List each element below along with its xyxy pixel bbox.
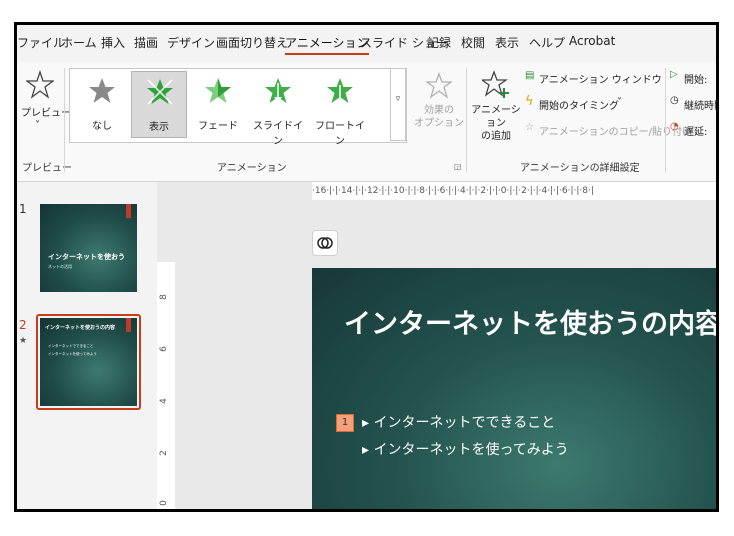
- chevron-down-icon: ˅: [35, 120, 40, 131]
- animation-painter-icon: ☆: [525, 122, 534, 133]
- slide-bullet-1[interactable]: ▸ インターネットでできること: [362, 412, 555, 432]
- current-slide[interactable]: インターネットを使おうの内容 1 ▸ インターネットでできること ▸ インターネ…: [312, 268, 716, 509]
- group-divider: [466, 68, 467, 172]
- star-none-icon: [89, 78, 115, 103]
- thumbnail-bullet: インターネットでできること: [48, 344, 94, 348]
- preview-button[interactable]: プレビュー ˅: [17, 66, 71, 152]
- group-divider: [64, 68, 65, 172]
- effect-options-label: 効果の オプション: [414, 105, 464, 129]
- tab-help[interactable]: ヘルプ: [529, 34, 565, 51]
- tab-design[interactable]: デザイン: [167, 34, 215, 51]
- thumbnail-subtitle: ネットの活用: [48, 264, 72, 269]
- gallery-item-appear[interactable]: 表示: [131, 71, 187, 138]
- tab-acrobat[interactable]: Acrobat: [569, 34, 615, 48]
- group-divider: [665, 68, 666, 172]
- gallery-item-float-in[interactable]: フロートイン: [312, 71, 368, 147]
- gallery-item-fade[interactable]: フェード: [190, 71, 246, 138]
- animation-order-tag[interactable]: 1: [336, 414, 354, 432]
- start-label: 開始:: [684, 75, 708, 86]
- thumbnail-title: インターネットを使おう: [48, 253, 125, 261]
- horizontal-ruler: ·16·|·|·14·|·|·12·|·|·10·|·|·8·|·|·6·|·|…: [312, 182, 716, 200]
- slide-number-1: 1: [19, 202, 27, 216]
- delay-label: 遅延:: [684, 127, 708, 138]
- gallery-item-label: フロートイン: [315, 121, 365, 147]
- animation-group-label: アニメーション: [217, 163, 287, 174]
- tab-insert[interactable]: 挿入: [101, 34, 125, 51]
- trigger-label: 開始のタイミング: [539, 101, 619, 112]
- tab-file[interactable]: ファイル: [17, 34, 65, 51]
- animation-pane-label: アニメーション ウィンドウ: [539, 75, 662, 86]
- animation-gallery: なし 表示 フェード スライドイン フロートイン: [69, 68, 407, 147]
- thumbnail-accent: [126, 204, 131, 218]
- add-animation-star-icon: [482, 70, 509, 98]
- duration-label: 継続時間: [684, 101, 716, 112]
- ruler-tick-label: 2: [158, 450, 169, 456]
- delay-clock-icon: ◔: [670, 121, 679, 132]
- animation-star-icon: ★: [19, 336, 28, 346]
- tab-draw[interactable]: 描画: [134, 34, 158, 51]
- thumbnail-title: インターネットを使おうの内容: [45, 325, 116, 331]
- gallery-more-button[interactable]: ▿: [390, 68, 406, 141]
- chevron-down-icon: ˅: [617, 97, 622, 108]
- tab-animations[interactable]: アニメーション: [285, 34, 369, 55]
- ruler-tick-label: 6: [158, 346, 169, 352]
- star-float-in-icon: [327, 78, 353, 103]
- gallery-item-none[interactable]: なし: [74, 71, 130, 138]
- slide-thumbnail-1[interactable]: インターネットを使おう ネットの活用: [40, 204, 137, 292]
- star-fade-icon: [205, 78, 231, 103]
- slide-bullet-2[interactable]: ▸ インターネットを使ってみよう: [362, 439, 569, 459]
- add-animation-button[interactable]: アニメーション の追加: [469, 66, 523, 152]
- ribbon-tabs: ファイル ホーム 挿入 描画 デザイン 画面切り替え アニメーション スライド …: [17, 25, 716, 62]
- animation-pane-icon: ▤: [525, 70, 535, 81]
- effect-options-star-icon: [426, 72, 452, 99]
- tab-transitions[interactable]: 画面切り替え: [216, 34, 288, 51]
- star-slide-in-icon: [265, 78, 291, 103]
- ruler-tick-label: 8: [158, 294, 169, 300]
- tab-record[interactable]: 記録: [427, 34, 451, 51]
- lightning-icon: ϟ: [525, 94, 534, 109]
- reuse-slides-button[interactable]: [312, 230, 338, 256]
- bullet-text: インターネットを使ってみよう: [373, 442, 569, 458]
- dialog-launcher-icon[interactable]: ◲: [454, 162, 462, 171]
- gallery-item-label: スライドイン: [253, 121, 303, 147]
- bullet-text: インターネットでできること: [373, 415, 556, 431]
- effect-options-button[interactable]: 効果の オプション: [413, 66, 465, 152]
- slide-thumbnail-pane: 1 インターネットを使おう ネットの活用 2 ★ インターネットを使おうの内容 …: [17, 182, 157, 509]
- tab-review[interactable]: 校閲: [461, 34, 485, 51]
- play-icon: ▷: [670, 69, 678, 80]
- star-appear-icon: [147, 79, 173, 105]
- gallery-item-label: フェード: [198, 121, 238, 132]
- thumbnail-accent: [126, 318, 131, 332]
- ruler-tick-label: 0: [158, 500, 169, 506]
- slide-canvas: ·16·|·|·14·|·|·12·|·|·10·|·|·8·|·|·6·|·|…: [157, 182, 716, 509]
- ruler-tick-label: 4: [158, 398, 169, 404]
- clock-icon: ◷: [670, 95, 679, 106]
- ribbon: プレビュー ˅ プレビュー なし 表示 フェード スライドイン フロートイン ▿…: [17, 62, 716, 182]
- add-animation-label: アニメーション の追加: [471, 105, 521, 142]
- tab-view[interactable]: 表示: [495, 34, 519, 51]
- slide-title[interactable]: インターネットを使おうの内容: [344, 302, 716, 341]
- vertical-ruler: 8 6 4 2 0: [157, 262, 175, 509]
- preview-star-icon: [26, 70, 54, 99]
- advanced-group-label: アニメーションの詳細設定: [520, 163, 640, 174]
- thumbnail-bullet: インターネットを使ってみよう: [48, 352, 97, 356]
- gallery-item-slide-in[interactable]: スライドイン: [250, 71, 306, 147]
- designer-icon: [317, 237, 333, 249]
- powerpoint-window: ファイル ホーム 挿入 描画 デザイン 画面切り替え アニメーション スライド …: [14, 22, 719, 512]
- gallery-item-label: 表示: [149, 122, 169, 133]
- slide-number-2: 2: [19, 318, 27, 332]
- gallery-item-label: なし: [92, 121, 112, 132]
- slide-thumbnail-2[interactable]: インターネットを使おうの内容 インターネットでできること インターネットを使って…: [40, 318, 137, 406]
- tab-home[interactable]: ホーム: [61, 34, 97, 51]
